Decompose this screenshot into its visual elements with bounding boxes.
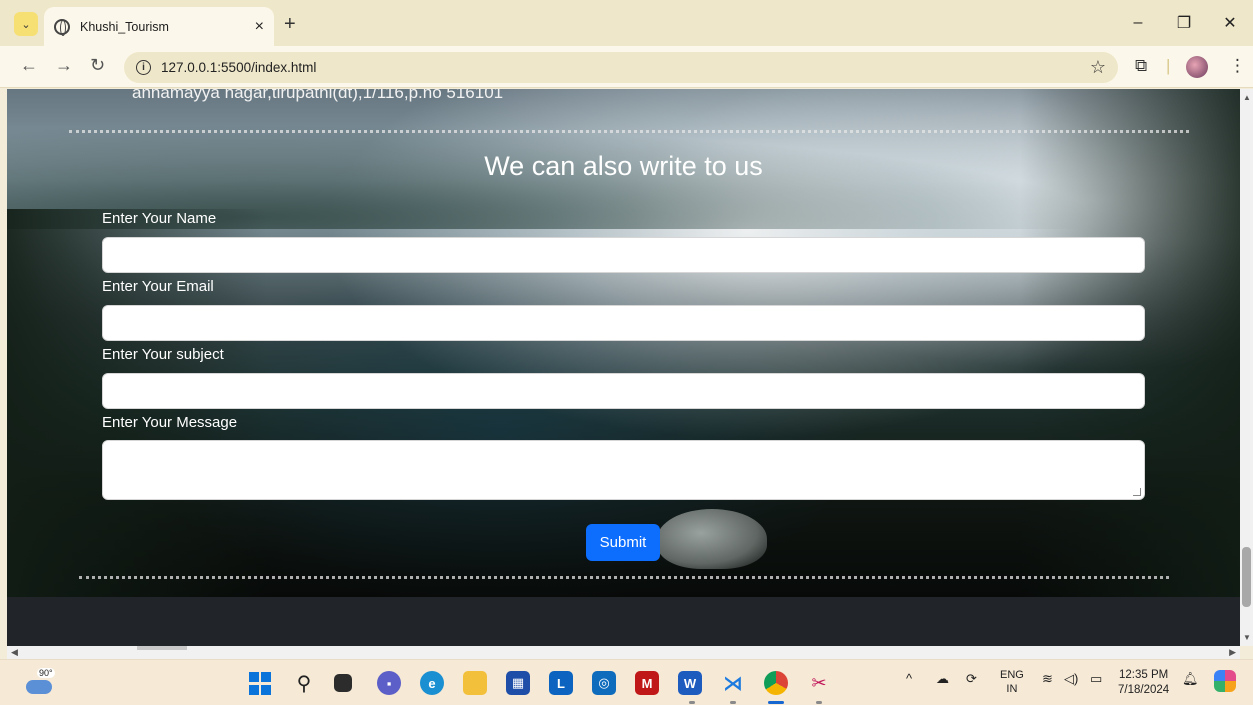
browser-tab-bar: ⌄ Khushi_Tourism × + – ❐ ✕ (0, 0, 1253, 46)
page-viewport: annamayya nagar,tirupathi(dt),1/116,p.no… (7, 89, 1240, 646)
vscode-icon[interactable]: ⋊ (721, 671, 745, 695)
email-label: Enter Your Email (102, 278, 214, 295)
language-indicator[interactable]: ENG IN (1000, 668, 1024, 696)
system-clock[interactable]: 12:35 PM 7/18/2024 (1118, 668, 1169, 698)
wifi-icon[interactable]: ≋ (1042, 671, 1053, 687)
scroll-up-icon[interactable]: ▲ (1243, 93, 1251, 102)
snipping-tool-icon[interactable]: ✂ (807, 671, 831, 695)
running-indicator (816, 701, 822, 704)
windows-start-icon[interactable] (248, 671, 272, 695)
lync-icon[interactable]: L (549, 671, 573, 695)
reload-icon[interactable]: ↻ (90, 55, 105, 76)
mountain-background-image: annamayya nagar,tirupathi(dt),1/116,p.no… (7, 89, 1240, 609)
clock-time: 12:35 PM (1118, 669, 1169, 681)
sync-icon[interactable]: ⟳ (966, 671, 977, 687)
bookmark-star-icon[interactable]: ☆ (1090, 57, 1106, 78)
onedrive-cloud-icon[interactable]: ☁ (936, 671, 949, 687)
windows-taskbar: 90° ⚲ ▪ e ▦ L ◎ M W ⋊ ✂ ^ ☁ ⟳ ENG IN ≋ ◁… (0, 659, 1253, 705)
tab-close-icon[interactable]: × (255, 18, 264, 36)
window-controls: – ❐ ✕ (1115, 0, 1253, 46)
outlook-icon[interactable]: ◎ (592, 671, 616, 695)
forward-arrow-icon[interactable]: → (55, 55, 73, 76)
tab-title: Khushi_Tourism (80, 19, 169, 34)
weather-widget[interactable]: 90° (26, 668, 56, 696)
scroll-down-icon[interactable]: ▼ (1243, 633, 1251, 642)
running-indicator (730, 701, 736, 704)
subject-label: Enter Your subject (102, 346, 224, 363)
dotted-divider-top (69, 130, 1189, 133)
word-icon[interactable]: W (678, 671, 702, 695)
toolbar-divider: | (1166, 56, 1171, 75)
file-explorer-icon[interactable] (463, 671, 487, 695)
resize-grip-icon[interactable] (1133, 488, 1141, 496)
teams-chat-icon[interactable]: ▪ (377, 671, 401, 695)
globe-icon (54, 18, 70, 36)
site-info-icon[interactable]: i (136, 60, 151, 75)
mcafee-icon[interactable]: M (635, 671, 659, 695)
email-input[interactable] (102, 305, 1145, 341)
search-icon[interactable]: ⚲ (292, 671, 316, 695)
contact-form-title: We can also write to us (484, 151, 763, 181)
rock (657, 509, 767, 569)
clock-date: 7/18/2024 (1118, 684, 1170, 696)
minimize-button[interactable]: – (1115, 0, 1161, 46)
cloud-icon (26, 680, 52, 694)
more-menu-icon[interactable]: ⋮ (1229, 56, 1246, 76)
message-textarea[interactable] (102, 440, 1145, 500)
chrome-icon[interactable] (764, 671, 788, 695)
footer (7, 597, 1240, 646)
message-label: Enter Your Message (102, 414, 238, 431)
name-input[interactable] (102, 237, 1145, 273)
volume-icon[interactable]: ◁) (1064, 671, 1078, 687)
edge-icon[interactable]: e (420, 671, 444, 695)
weather-temp: 90° (37, 668, 55, 678)
window-left-frame (0, 89, 7, 659)
tray-overflow-chevron-icon[interactable]: ^ (906, 671, 912, 686)
notification-bell-icon[interactable]: 🔔︎ (1182, 671, 1199, 687)
name-label: Enter Your Name (102, 210, 217, 227)
scroll-left-icon[interactable]: ◀ (11, 647, 18, 658)
address-bar-row: ← → ↻ i 127.0.0.1:5500/index.html ☆ ⧉ | … (0, 46, 1253, 88)
vertical-scroll-thumb[interactable] (1242, 547, 1251, 607)
profile-avatar[interactable] (1186, 56, 1208, 78)
horizontal-scrollbar[interactable]: ◀ ▶ (7, 646, 1240, 659)
address-bar[interactable]: i 127.0.0.1:5500/index.html ☆ (124, 52, 1118, 83)
dotted-divider-bottom (79, 576, 1169, 579)
copilot-icon[interactable] (1214, 670, 1236, 692)
submit-button[interactable]: Submit (586, 524, 660, 561)
region-code: IN (1006, 683, 1018, 695)
task-view-icon[interactable] (334, 674, 352, 692)
url-text[interactable]: 127.0.0.1:5500/index.html (161, 60, 1090, 75)
tab-search-chevron-icon[interactable]: ⌄ (14, 12, 38, 36)
horizontal-scroll-thumb[interactable] (137, 646, 187, 650)
microsoft-store-icon[interactable]: ▦ (506, 671, 530, 695)
address-text: annamayya nagar,tirupathi(dt),1/116,p.no… (132, 89, 504, 102)
back-arrow-icon[interactable]: ← (20, 55, 38, 76)
vertical-scrollbar[interactable]: ▲ ▼ (1240, 89, 1253, 646)
scroll-right-icon[interactable]: ▶ (1229, 647, 1236, 658)
new-tab-button[interactable]: + (284, 13, 296, 36)
language-code: ENG (1000, 669, 1024, 681)
restore-button[interactable]: ❐ (1161, 0, 1207, 46)
running-indicator (689, 701, 695, 704)
extensions-puzzle-icon[interactable]: ⧉ (1135, 56, 1147, 76)
browser-tab[interactable]: Khushi_Tourism × (44, 7, 274, 46)
active-app-indicator (768, 701, 784, 704)
battery-icon[interactable]: ▭ (1090, 671, 1102, 687)
subject-input[interactable] (102, 373, 1145, 409)
close-window-button[interactable]: ✕ (1207, 0, 1253, 46)
